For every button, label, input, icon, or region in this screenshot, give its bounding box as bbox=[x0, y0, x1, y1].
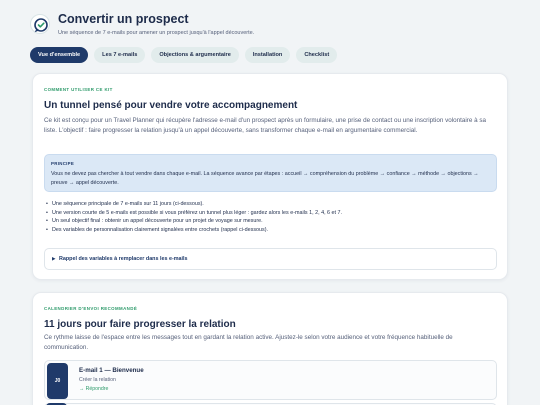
variables-accordion-label: Rappel des variables à remplacer dans le… bbox=[59, 256, 188, 262]
page-title: Convertir un prospect bbox=[58, 12, 189, 26]
tab-objections[interactable]: Objections & argumentaire bbox=[151, 47, 239, 63]
intro-eyebrow: COMMENT UTILISER CE KIT bbox=[44, 87, 113, 92]
email-title: E-mail 1 — Bienvenue bbox=[79, 367, 144, 374]
calendar-card: CALENDRIER D'ENVOI RECOMMANDÉ 11 jours p… bbox=[32, 292, 508, 405]
tab-bar: Vue d'ensemble Les 7 e-mails Objections … bbox=[30, 47, 338, 63]
email-row-1[interactable]: J0 E-mail 1 — Bienvenue Créer la relatio… bbox=[44, 360, 497, 400]
calendar-description: Ce rythme laisse de l'espace entre les m… bbox=[44, 334, 453, 351]
page-subtitle: Une séquence de 7 e-mails pour amener un… bbox=[58, 30, 255, 36]
email-description: Créer la relation bbox=[79, 377, 116, 383]
tab-seven-emails[interactable]: Les 7 e-mails bbox=[94, 47, 146, 63]
list-item: Des variables de personnalisation claire… bbox=[46, 226, 496, 235]
intro-card: COMMENT UTILISER CE KIT Un tunnel pensé … bbox=[32, 73, 508, 280]
tab-checklist[interactable]: Checklist bbox=[296, 47, 338, 63]
tab-installation[interactable]: Installation bbox=[244, 47, 291, 63]
intro-description: Ce kit est conçu pour un Travel Planner … bbox=[44, 117, 487, 134]
principle-callout: PRINCIPE Vous ne devez pas chercher à to… bbox=[44, 154, 497, 192]
page-header: Convertir un prospect Une séquence de 7 … bbox=[30, 11, 510, 41]
calendar-title: 11 jours pour faire progresser la relati… bbox=[44, 319, 236, 330]
chat-check-logo bbox=[30, 14, 50, 34]
list-item: Une version courte de 5 e-mails est poss… bbox=[46, 209, 496, 218]
list-item: Un seul objectif final : obtenir un appe… bbox=[46, 217, 496, 226]
calendar-eyebrow: CALENDRIER D'ENVOI RECOMMANDÉ bbox=[44, 306, 138, 311]
tab-overview[interactable]: Vue d'ensemble bbox=[30, 47, 89, 63]
intro-bullet-list: Une séquence principale de 7 e-mails sur… bbox=[46, 200, 496, 234]
intro-title: Un tunnel pensé pour vendre votre accomp… bbox=[44, 100, 298, 111]
principle-text: Vous ne devez pas chercher à tout vendre… bbox=[51, 171, 479, 186]
principle-label: PRINCIPE bbox=[51, 161, 75, 166]
triangle-right-icon: ▶ bbox=[52, 256, 56, 261]
email-action: → Répondre bbox=[79, 386, 109, 392]
day-badge: J0 bbox=[47, 363, 68, 399]
list-item: Une séquence principale de 7 e-mails sur… bbox=[46, 200, 496, 209]
variables-accordion[interactable]: ▶ Rappel des variables à remplacer dans … bbox=[44, 248, 497, 270]
